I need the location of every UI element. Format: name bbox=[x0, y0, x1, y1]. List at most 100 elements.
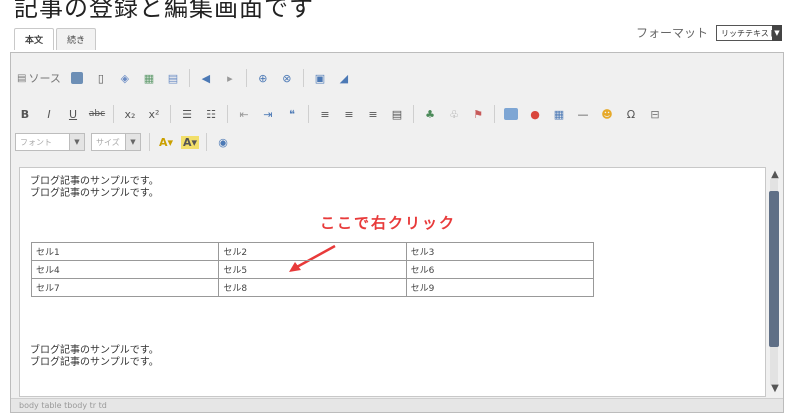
format-label: フォーマット bbox=[635, 26, 708, 40]
align-right-button[interactable]: ≡ bbox=[363, 104, 383, 124]
table-cell[interactable]: セル8 bbox=[218, 278, 407, 297]
table-cell[interactable]: セル5 bbox=[218, 260, 407, 279]
bullet-list-icon: ☷ bbox=[206, 107, 216, 121]
table-row: セル1 セル2 セル3 bbox=[30, 242, 595, 261]
superscript-button[interactable]: x² bbox=[144, 104, 164, 124]
numbered-list-icon: ☰ bbox=[182, 107, 192, 121]
paragraph-2-line-2: ブログ記事のサンプルです。 bbox=[30, 357, 159, 368]
table-row: セル7 セル8 セル9 bbox=[30, 278, 595, 297]
subscript-button[interactable]: x₂ bbox=[120, 104, 140, 124]
chevron-down-icon[interactable]: ▼ bbox=[69, 134, 84, 150]
text-color-icon: A▾ bbox=[158, 135, 174, 149]
align-left-icon: ≡ bbox=[320, 107, 330, 121]
special-char-icon: Ω bbox=[626, 107, 636, 121]
toolbar-divider bbox=[494, 105, 495, 123]
redo-button[interactable]: ▸ bbox=[220, 68, 240, 88]
editor-tabs: 本文 続き bbox=[14, 28, 98, 50]
flash-icon: ● bbox=[530, 107, 540, 121]
underline-button[interactable]: U bbox=[63, 104, 83, 124]
find-icon: ⊕ bbox=[258, 71, 268, 85]
image-icon bbox=[504, 108, 518, 120]
select-all-button[interactable]: ▣ bbox=[310, 68, 330, 88]
toolbar-divider bbox=[413, 105, 414, 123]
toolbar-divider bbox=[149, 133, 150, 151]
anchor-button[interactable]: ⚑ bbox=[468, 104, 488, 124]
right-click-callout: ここで右クリック bbox=[320, 214, 457, 232]
align-right-icon: ≡ bbox=[368, 107, 378, 121]
paragraph-1-line-2: ブログ記事のサンプルです。 bbox=[30, 188, 159, 199]
tab-continued[interactable]: 続き bbox=[56, 28, 97, 50]
size-combo[interactable]: サイズ ▼ bbox=[91, 133, 141, 151]
cut-button[interactable]: ▤ bbox=[163, 68, 183, 88]
toolbar-divider bbox=[170, 105, 171, 123]
strike-button[interactable]: abc bbox=[87, 104, 107, 124]
find-button[interactable]: ⊕ bbox=[253, 68, 273, 88]
sample-table[interactable]: セル1 セル2 セル3 セル4 セル5 セル6 セル7 セル8 セル9 bbox=[30, 242, 595, 297]
format-area: フォーマット リッチテキスト ▼ bbox=[636, 24, 782, 41]
chevron-down-icon[interactable]: ▼ bbox=[125, 134, 140, 150]
bold-button[interactable]: B bbox=[15, 104, 35, 124]
size-combo-label: サイズ bbox=[96, 137, 120, 147]
scroll-thumb[interactable] bbox=[769, 191, 779, 347]
numbered-list-button[interactable]: ☰ bbox=[177, 104, 197, 124]
undo-button[interactable]: ◀ bbox=[196, 68, 216, 88]
horizontal-rule-icon: — bbox=[577, 107, 589, 121]
unlink-button[interactable]: ♧ bbox=[444, 104, 464, 124]
horizontal-rule-button[interactable]: — bbox=[573, 104, 593, 124]
element-path-statusbar: body table tbody tr td bbox=[11, 398, 783, 412]
scroll-down-icon[interactable]: ▼ bbox=[767, 383, 783, 395]
table-cell[interactable]: セル7 bbox=[30, 278, 220, 297]
flash-button[interactable]: ● bbox=[525, 104, 545, 124]
tab-body[interactable]: 本文 bbox=[14, 28, 55, 50]
bg-color-button[interactable]: A▾ bbox=[180, 132, 200, 152]
outdent-button[interactable]: ⇤ bbox=[234, 104, 254, 124]
new-page-button[interactable]: ▯ bbox=[91, 68, 111, 88]
format-select[interactable]: リッチテキスト ▼ bbox=[716, 24, 782, 41]
font-combo[interactable]: フォント ▼ bbox=[15, 133, 85, 151]
table-cell[interactable]: セル9 bbox=[405, 278, 595, 297]
table-cell[interactable]: セル6 bbox=[405, 260, 595, 279]
table-icon: ▦ bbox=[553, 107, 565, 121]
special-char-button[interactable]: Ω bbox=[621, 104, 641, 124]
indent-button[interactable]: ⇥ bbox=[258, 104, 278, 124]
toolbar-divider bbox=[227, 105, 228, 123]
replace-icon: ⊗ bbox=[282, 71, 292, 85]
italic-button[interactable]: I bbox=[39, 104, 59, 124]
bullet-list-button[interactable]: ☷ bbox=[201, 104, 221, 124]
replace-button[interactable]: ⊗ bbox=[277, 68, 297, 88]
paragraph-2: ブログ記事のサンプルです。 ブログ記事のサンプルです。 bbox=[30, 345, 159, 369]
link-button[interactable]: ♣ bbox=[420, 104, 440, 124]
templates-button[interactable]: ▦ bbox=[139, 68, 159, 88]
spellcheck-button[interactable]: ◢ bbox=[334, 68, 354, 88]
toolbar-row-3: フォント ▼ サイズ ▼ A▾ A▾ ◉ bbox=[15, 129, 237, 155]
table-cell[interactable]: セル3 bbox=[405, 242, 595, 261]
editor-content-area[interactable]: ブログ記事のサンプルです。 ブログ記事のサンプルです。 ここで右クリック セル1… bbox=[19, 167, 766, 397]
text-color-button[interactable]: A▾ bbox=[156, 132, 176, 152]
toolbar-divider bbox=[113, 105, 114, 123]
toolbar-divider bbox=[206, 133, 207, 151]
align-justify-icon: ▤ bbox=[391, 107, 403, 121]
table-button[interactable]: ▦ bbox=[549, 104, 569, 124]
preview-button[interactable]: ◈ bbox=[115, 68, 135, 88]
align-center-button[interactable]: ≡ bbox=[339, 104, 359, 124]
chevron-down-icon[interactable]: ▼ bbox=[772, 24, 782, 41]
format-select-value: リッチテキスト bbox=[721, 28, 777, 38]
align-left-button[interactable]: ≡ bbox=[315, 104, 335, 124]
bg-color-icon: A▾ bbox=[180, 135, 200, 149]
source-button[interactable]: ▤ ソース bbox=[15, 68, 63, 88]
page-break-button[interactable]: ⊟ bbox=[645, 104, 665, 124]
blockquote-button[interactable]: ❝ bbox=[282, 104, 302, 124]
source-label: ソース bbox=[28, 72, 61, 85]
table-cell[interactable]: セル2 bbox=[218, 242, 407, 261]
save-button[interactable] bbox=[67, 68, 87, 88]
toolbar-row-1: ▤ ソース ▯ ◈ ▦ ▤ ◀ ▸ ⊕ ⊗ ▣ ◢ bbox=[15, 65, 358, 91]
table-cell[interactable]: セル1 bbox=[30, 242, 220, 261]
smiley-button[interactable]: ☻ bbox=[597, 104, 617, 124]
vertical-scrollbar[interactable]: ▲ ▼ bbox=[767, 169, 783, 395]
align-justify-button[interactable]: ▤ bbox=[387, 104, 407, 124]
undo-icon: ◀ bbox=[201, 71, 211, 85]
paragraph-1: ブログ記事のサンプルです。 ブログ記事のサンプルです。 bbox=[30, 176, 159, 200]
about-button[interactable]: ◉ bbox=[213, 132, 233, 152]
image-button[interactable] bbox=[501, 104, 521, 124]
table-cell[interactable]: セル4 bbox=[30, 260, 220, 279]
